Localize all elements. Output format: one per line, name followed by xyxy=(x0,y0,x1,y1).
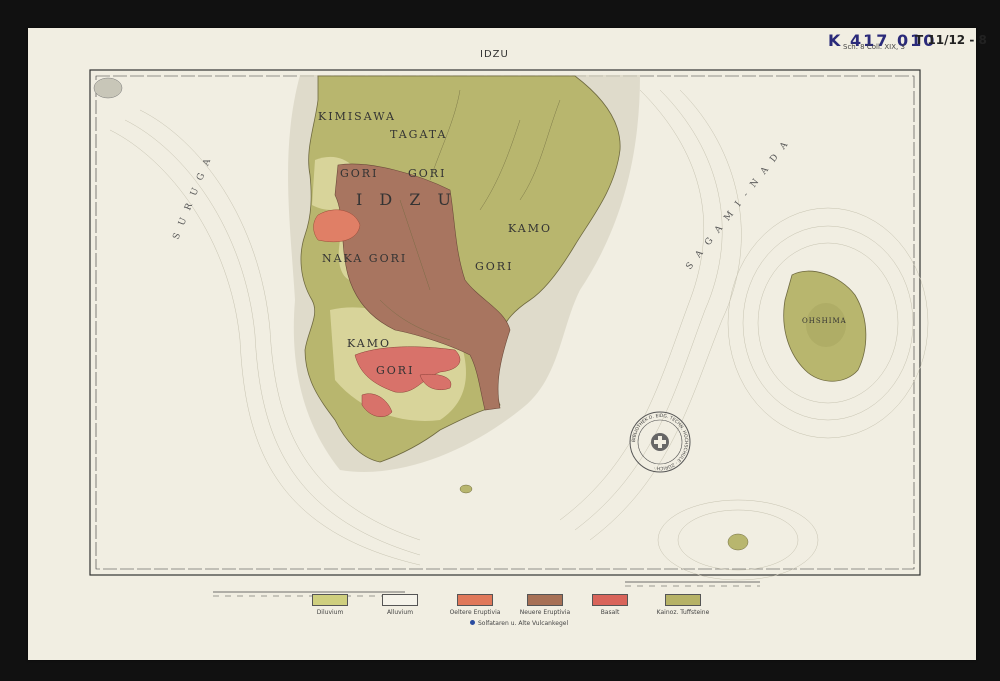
region-label-gori-4: GORI xyxy=(376,364,414,377)
legend-item-alluvium: Alluvium xyxy=(370,594,430,624)
legend-swatch xyxy=(592,594,628,606)
map-canvas: BIBLIOTHEK D. EIDG. TECHN. HOCHSCHULE · … xyxy=(89,69,929,597)
sea-label-sagami-nada: S A G A M I - N A D A xyxy=(684,138,792,272)
islet xyxy=(727,533,749,551)
solfatara-dot-icon xyxy=(470,620,475,625)
legend-swatch xyxy=(665,594,701,606)
legend-label: Kainoz. Tuffsteine xyxy=(656,609,710,616)
legend-swatch xyxy=(527,594,563,606)
region-label-gori-1: GORI xyxy=(340,167,378,180)
legend-item-kainoz-tuffsteine: Kainoz. Tuffsteine xyxy=(648,594,718,624)
legend-label: Alluvium xyxy=(386,609,414,616)
islet xyxy=(459,484,473,494)
legend-swatch xyxy=(457,594,493,606)
region-label-naka-gori: NAKA GORI xyxy=(322,252,407,265)
legend-item-basalt: Basalt xyxy=(580,594,640,624)
region-label-kamo-east: KAMO xyxy=(508,222,552,235)
sheet-title: IDZU xyxy=(480,49,509,60)
legend-swatch xyxy=(382,594,418,606)
legend-item-diluvium: Diluvium xyxy=(300,594,360,624)
legend-label: Basalt xyxy=(600,609,620,616)
legend-note: Solfataren u. Alte Vulcankegel xyxy=(470,620,568,627)
region-label-gori-2: GORI xyxy=(408,167,446,180)
legend-label: Oeltere Eruptivia xyxy=(449,609,501,616)
region-label-gori-3: GORI xyxy=(475,260,513,273)
oshima-crater xyxy=(806,303,846,347)
catalog-subtitle: Sch. 8 Coll. XIX, 3 xyxy=(843,43,905,51)
scale-bar-right xyxy=(625,581,760,587)
region-label-kamo-south: KAMO xyxy=(347,337,391,350)
sheet-number: T 11/12 - 8 xyxy=(915,33,987,47)
legend-label: Diluvium xyxy=(316,609,344,616)
islet-nw xyxy=(93,77,123,99)
region-label-tagata: TAGATA xyxy=(390,128,448,141)
legend-swatch xyxy=(312,594,348,606)
region-label-idzu: I D Z U xyxy=(356,190,457,209)
legend-label: Neuere Eruptivia xyxy=(519,609,571,616)
region-label-oshima: OHSHIMA xyxy=(802,317,847,325)
legend-note-text: Solfataren u. Alte Vulcankegel xyxy=(478,620,569,627)
region-label-kimisawa: KIMISAWA xyxy=(318,110,396,123)
